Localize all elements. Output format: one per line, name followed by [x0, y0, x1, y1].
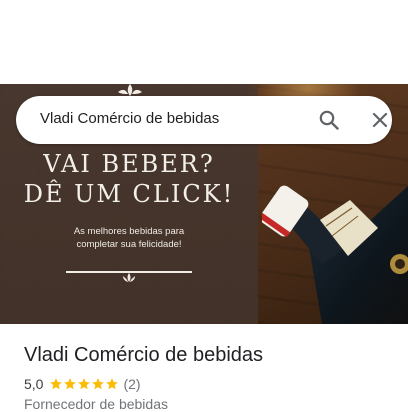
banner-headline-line1: VAI BEBER?	[43, 150, 215, 178]
rating-row[interactable]: 5,0 (2)	[24, 376, 141, 392]
place-title: Vladi Comércio de bebidas	[24, 344, 264, 366]
banner-headline-line2: DÊ UM CLICK!	[23, 180, 235, 208]
star-icon	[50, 378, 63, 390]
search-input[interactable]: Vladi Comércio de bebidas	[40, 110, 280, 127]
close-button[interactable]	[368, 108, 392, 132]
search-bar[interactable]: Vladi Comércio de bebidas	[16, 96, 392, 144]
place-category: Fornecedor de bebidas	[24, 396, 168, 412]
star-icon	[92, 378, 105, 390]
banner-ornament-divider	[66, 271, 192, 291]
rating-score: 5,0	[24, 376, 44, 392]
rating-stars	[49, 377, 119, 391]
star-icon	[106, 378, 119, 390]
star-icon	[64, 378, 77, 390]
search-button[interactable]	[316, 108, 342, 132]
banner-subline-1: As melhores bebidas para	[73, 226, 185, 237]
top-blank-area	[0, 0, 408, 84]
close-icon	[372, 112, 388, 128]
banner-subline-2: completar sua felicidade!	[76, 239, 182, 250]
search-icon	[319, 110, 339, 130]
review-count[interactable]: (2)	[123, 376, 140, 392]
star-icon	[78, 378, 91, 390]
